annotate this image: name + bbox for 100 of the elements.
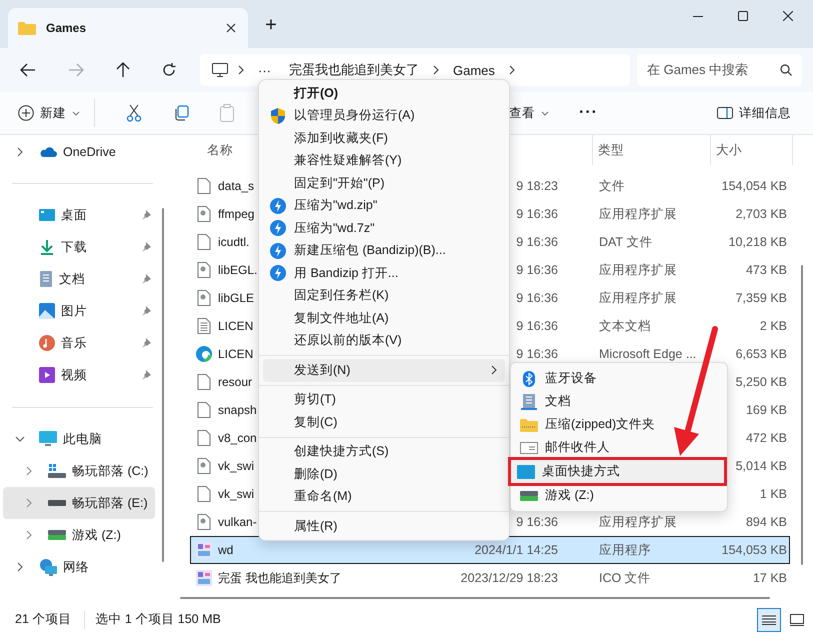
up-arrow-icon[interactable] [116,62,130,78]
copy-icon[interactable] [173,105,189,121]
sidebar-item[interactable]: 网络 [3,551,155,583]
menu-item[interactable]: 添加到收藏夹(F) [263,127,505,150]
menu-item[interactable]: 固定到任务栏(K) [263,284,505,307]
close-icon[interactable] [783,11,793,21]
breadcrumb-overflow[interactable]: ··· [254,62,275,78]
menu-item[interactable]: 桌面快捷方式 [508,457,727,486]
menu-item[interactable]: 复制文件地址(A) [263,307,505,330]
sidebar-item[interactable]: 此电脑 [3,423,155,455]
sidebar-item[interactable]: 下载 [3,231,155,263]
file-icon [196,430,212,446]
breadcrumb[interactable]: 完蛋我也能追到美女了 [285,61,423,79]
shield-icon [271,108,285,124]
new-button[interactable]: 新建 [18,104,80,122]
drive-icon [48,500,66,506]
chevron-icon[interactable] [24,530,34,540]
sidebar-item[interactable]: 桌面 [3,199,155,231]
file-name[interactable]: 完蛋 我也能追到美女了 [218,570,342,586]
file-name[interactable]: ffmpeg [218,207,254,221]
search-placeholder: 在 Games 中搜索 [647,61,748,79]
chevron-icon [433,65,439,75]
breadcrumb[interactable]: Games [449,62,499,78]
file-name[interactable]: icudtl. [218,235,250,249]
menu-item[interactable]: 压缩(zipped)文件夹 [514,413,724,436]
menu-item[interactable]: 还原以前的版本(V) [263,330,505,352]
modified-date: 2023/12/29 18:23 [460,571,558,585]
details-view-button[interactable] [757,608,781,632]
menu-item[interactable]: 以管理员身份运行(A) [263,104,505,127]
file-type: 应用程序扩展 [599,262,677,276]
file-name[interactable]: LICEN [218,347,254,361]
item-count: 21 个项目 [15,611,72,628]
archive-app-icon [270,198,286,214]
menu-item[interactable]: 剪切(T) [263,388,505,411]
tab-title: Games [46,21,88,35]
file-name[interactable]: LICEN [218,319,254,333]
sidebar-item[interactable]: OneDrive [3,136,155,168]
back-arrow-icon[interactable] [20,63,36,77]
menu-item[interactable]: 游戏 (Z:) [514,484,724,507]
details-pane-button[interactable]: 详细信息 [717,104,791,122]
column-header[interactable]: 大小 [710,135,793,165]
cut-icon[interactable] [126,104,142,122]
menu-item[interactable]: 固定到"开始"(P) [263,172,505,194]
sidebar-item[interactable]: 畅玩部落 (E:) [3,487,155,519]
menu-item[interactable]: 邮件收件人 [514,436,724,459]
computer-icon [39,431,57,447]
file-name[interactable]: snapsh [218,403,257,417]
chevron-icon[interactable] [15,562,25,572]
scrollbar[interactable] [801,265,803,565]
maximize-icon[interactable] [738,11,748,21]
file-name[interactable]: vk_swi [218,487,254,501]
window-tab[interactable]: Games [8,8,248,48]
menu-item[interactable]: 发送到(N) [263,359,505,382]
menu-item[interactable]: 压缩为"wd.7z" [263,217,505,240]
more-button[interactable]: ··· [579,104,598,122]
close-icon[interactable] [226,23,236,33]
menu-item[interactable]: 创建快捷方式(S) [263,440,505,463]
column-header[interactable]: 类型 [592,135,710,165]
download-icon [39,239,55,255]
file-icon [196,178,212,194]
file-name[interactable]: v8_con [218,431,257,445]
file-name[interactable]: libGLE [218,291,254,305]
chevron-icon [508,65,515,75]
menu-item[interactable]: 复制(C) [263,411,505,434]
modified-date: 9 16:36 [516,347,558,361]
chevron-icon[interactable] [15,434,25,444]
menu-item[interactable]: 用 Bandizip 打开... [263,262,505,284]
view-button[interactable]: 查看 [509,104,549,122]
sidebar-item[interactable]: 图片 [3,295,155,327]
scrollbar[interactable] [180,597,770,599]
scrollbar[interactable] [162,208,164,562]
menu-item[interactable]: 兼容性疑难解答(Y) [263,150,505,172]
menu-item[interactable]: 删除(D) [263,463,505,486]
refresh-icon[interactable] [162,63,176,77]
menu-item[interactable]: 蓝牙设备 [514,367,724,390]
chevron-icon[interactable] [24,466,34,476]
file-name[interactable]: vk_swi [218,459,254,473]
new-tab-button[interactable]: + [256,7,286,43]
gear-file-icon [196,206,212,222]
sidebar-item[interactable]: 视频 [3,359,155,391]
menu-item[interactable]: 重命名(M) [263,486,505,508]
menu-item[interactable]: 新建压缩包 (Bandizip)(B)... [263,240,505,262]
file-name[interactable]: resour [218,375,252,389]
sidebar-item[interactable]: 音乐 [3,327,155,359]
file-name[interactable]: data_s [218,179,254,193]
text-file-icon [196,318,212,334]
computer-icon [212,63,228,77]
menu-item[interactable]: 属性(R) [263,515,505,538]
file-name[interactable]: wd [218,543,234,557]
sidebar-item[interactable]: 文档 [3,263,155,295]
search-field[interactable]: 在 Games 中搜索 [637,54,802,86]
file-name[interactable]: libEGL. [218,263,258,277]
file-name[interactable]: vulkan- [218,515,257,529]
music-icon [39,335,55,351]
bluetooth-icon [523,370,535,386]
chevron-icon[interactable] [15,147,25,157]
sidebar-item[interactable]: 畅玩部落 (C:) [3,455,155,487]
sidebar-item[interactable]: 游戏 (Z:) [3,519,155,551]
menu-item[interactable]: 文档 [514,390,724,413]
menu-item[interactable]: 压缩为"wd.zip" [263,194,505,217]
